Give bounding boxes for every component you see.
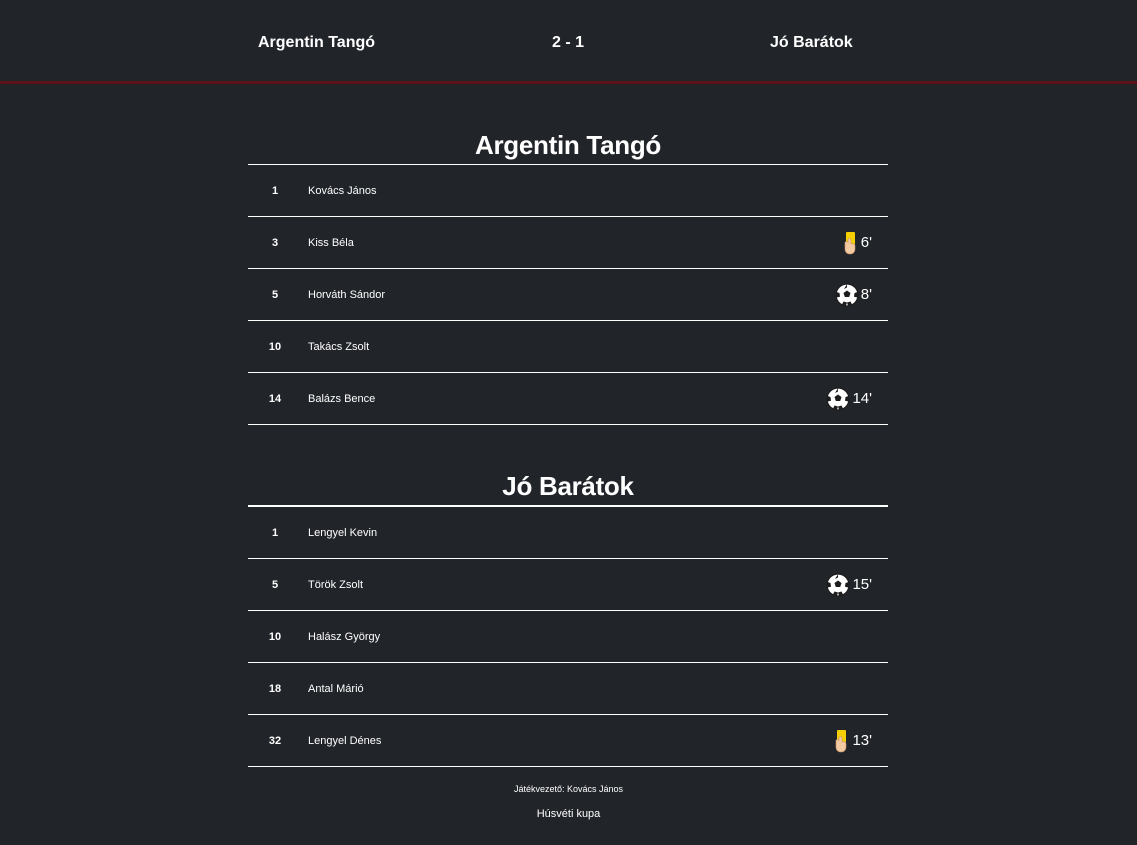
player-number: 10 (268, 341, 282, 353)
player-name: Takács Zsolt (308, 341, 370, 353)
player-row: 32 Lengyel Dénes 13' (248, 715, 888, 767)
scoreboard-header: Argentin Tangó 2 - 1 Jó Barátok (0, 0, 1137, 84)
player-number: 3 (271, 237, 279, 249)
player-name: Halász György (308, 631, 381, 643)
player-name: Lengyel Dénes (308, 735, 382, 747)
player-name: Balázs Bence (308, 393, 376, 405)
team-lineup-away: Jó Barátok 1 Lengyel Kevin 5 Török Zsolt… (248, 467, 888, 767)
team-title: Jó Barátok (502, 471, 634, 501)
player-name: Lengyel Kevin (308, 527, 378, 539)
team-title: Argentin Tangó (475, 130, 661, 160)
player-name: Kovács János (308, 185, 377, 197)
player-event: 13' (832, 729, 872, 753)
player-name: Antal Márió (308, 683, 364, 695)
player-event: 8' (835, 283, 872, 307)
player-row: 3 Kiss Béla 6' (248, 217, 888, 269)
player-name: Horváth Sándor (308, 289, 386, 301)
player-row: 18 Antal Márió (248, 663, 888, 715)
event-minute: 13' (852, 732, 872, 749)
soccer-ball-icon (835, 283, 859, 307)
away-team-name: Jó Barátok (770, 34, 853, 51)
event-minute: 14' (852, 390, 872, 407)
player-number: 1 (271, 185, 279, 197)
player-row: 1 Lengyel Kevin (248, 507, 888, 559)
player-event: 6' (841, 231, 872, 255)
player-row: 10 Takács Zsolt (248, 321, 888, 373)
player-row: 5 Horváth Sándor 8' (248, 269, 888, 321)
player-event: 15' (826, 573, 872, 597)
player-number: 10 (268, 631, 282, 643)
player-row: 1 Kovács János (248, 165, 888, 217)
player-number: 18 (268, 683, 282, 695)
player-event: 14' (826, 387, 872, 411)
soccer-ball-icon (826, 387, 851, 411)
player-number: 14 (268, 393, 282, 405)
cup-name: Húsvéti kupa (536, 808, 601, 820)
player-number: 1 (271, 527, 279, 539)
yellow-card-icon (832, 729, 850, 753)
player-number: 5 (271, 579, 279, 591)
team-lineup-home: Argentin Tangó 1 Kovács János 3 Kiss Bél… (248, 126, 888, 425)
event-minute: 6' (860, 234, 872, 251)
player-row: 5 Török Zsolt 15' (248, 559, 888, 611)
player-number: 5 (271, 289, 279, 301)
player-name: Török Zsolt (308, 579, 364, 591)
player-row: 10 Halász György (248, 611, 888, 663)
home-team-name: Argentin Tangó (258, 34, 376, 51)
event-minute: 8' (860, 286, 872, 303)
player-name: Kiss Béla (308, 237, 354, 249)
player-number: 32 (268, 735, 282, 747)
soccer-ball-icon (826, 573, 851, 597)
match-score: 2 - 1 (552, 34, 585, 51)
referee-label: Játékvezető: Kovács János (513, 784, 624, 794)
event-minute: 15' (852, 576, 872, 593)
yellow-card-icon (841, 231, 859, 255)
player-row: 14 Balázs Bence 14' (248, 373, 888, 425)
